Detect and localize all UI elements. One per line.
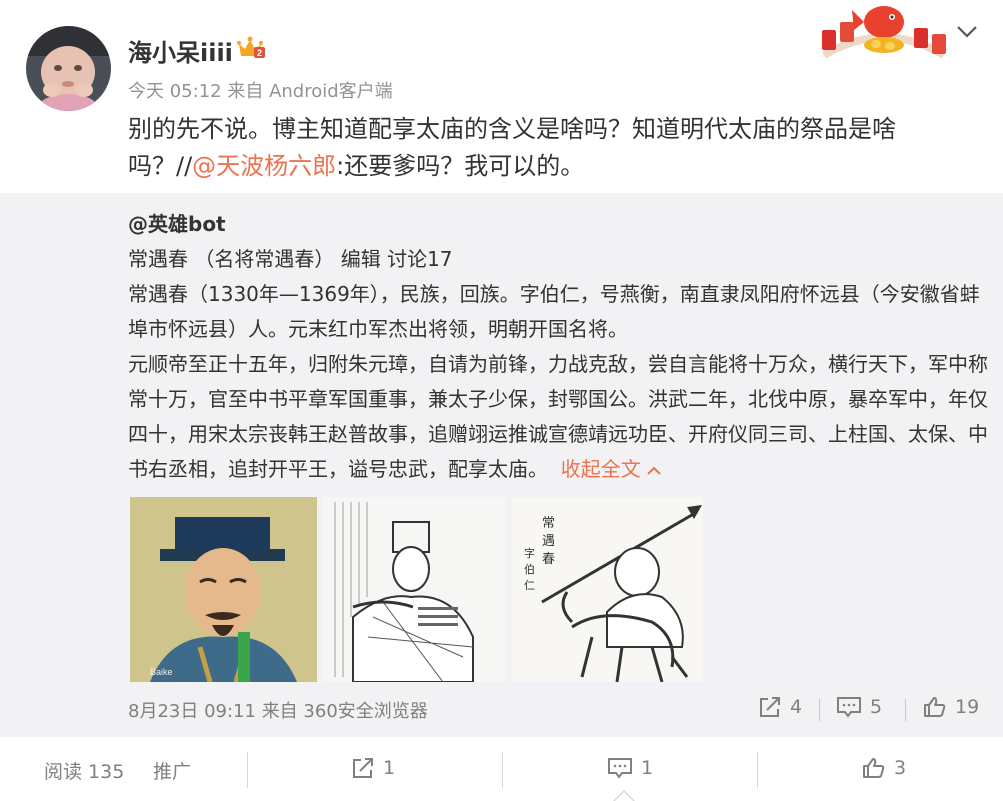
read-count: 阅读 135 [44, 757, 124, 784]
caption-char: 常 [542, 516, 555, 531]
collapse-label: 收起全文 [560, 457, 641, 481]
caption-char: 伯 [524, 562, 535, 576]
comment-button[interactable]: 1 [607, 757, 653, 779]
caption-char: 仁 [524, 579, 535, 592]
thumbs-up-icon [924, 697, 946, 717]
promote-label: 推广 [153, 761, 192, 783]
repost-image-rider[interactable]: 常 遇 春 字 伯 仁 [512, 497, 703, 683]
promote-button[interactable]: 推广 [153, 757, 191, 784]
post-body-end: :还要爹吗？我可以的。 [336, 152, 585, 180]
share-button[interactable]: 1 [351, 757, 395, 779]
avatar[interactable] [26, 26, 111, 111]
repost-meta: 8月23日 09:11 来自 360安全浏览器 [128, 697, 428, 723]
comment-icon [837, 697, 861, 718]
share-icon [353, 758, 373, 778]
repost-image-woodcut[interactable] [323, 497, 506, 683]
vip-crown-icon[interactable]: 2 [236, 36, 266, 64]
caption-char: 春 [542, 552, 555, 567]
comment-count: 1 [641, 757, 654, 779]
divider [905, 699, 906, 721]
repost-user[interactable]: @英雄bot [128, 208, 226, 237]
repost-like-button[interactable]: 19 [923, 696, 979, 718]
thumbs-up-icon [863, 758, 885, 778]
repost-image-portrait[interactable]: Baike [130, 497, 317, 683]
image-watermark: Baike [150, 667, 173, 677]
mention-link[interactable]: @天波杨六郎 [192, 152, 336, 180]
post-text: 别的先不说。博主知道配享太庙的含义是啥吗？知道明代太庙的祭品是啥吗？//@天波杨… [128, 111, 978, 185]
divider [502, 752, 503, 788]
divider [757, 752, 758, 788]
repost-source: 来自 360安全浏览器 [261, 701, 428, 722]
divider [819, 699, 820, 721]
post-meta: 今天 05:12 来自 Android客户端 [128, 77, 393, 103]
like-count: 19 [955, 696, 980, 718]
read-label: 阅读 135 [44, 761, 125, 783]
active-tab-indicator-inner [615, 792, 633, 801]
repost-line: 元顺帝至正十五年，归附朱元璋，自请为前锋，力战克敌，尝自言能将十万众，横行天下，… [128, 347, 988, 487]
like-button[interactable]: 3 [862, 757, 906, 779]
chevron-up-icon [647, 466, 661, 475]
repost-line: 常遇春（1330年—1369年），民族，回族。字伯仁，号燕衡，南直隶凤阳府怀远县… [128, 282, 980, 341]
card-decoration [814, 0, 954, 64]
post-time[interactable]: 今天 05:12 [128, 81, 222, 102]
share-count: 1 [383, 757, 396, 779]
like-count: 3 [894, 757, 907, 779]
repost-line: 常遇春 （名将常遇春） 编辑 讨论17 [128, 247, 453, 271]
divider [247, 752, 248, 788]
caption-char: 遇 [542, 534, 555, 549]
caption-char: 字 [524, 546, 535, 560]
svg-text:2: 2 [257, 48, 262, 58]
repost-date[interactable]: 8月23日 09:11 [128, 701, 256, 722]
comment-count: 5 [870, 696, 883, 718]
repost-text: 常遇春 （名将常遇春） 编辑 讨论17 常遇春（1330年—1369年），民族，… [128, 242, 988, 487]
repost-share-button[interactable]: 4 [758, 696, 802, 718]
collapse-button[interactable]: 收起全文 [561, 457, 661, 481]
repost-comment-button[interactable]: 5 [836, 696, 882, 718]
repost-line-text: 元顺帝至正十五年，归附朱元璋，自请为前锋，力战克敌，尝自言能将十万众，横行天下，… [128, 352, 988, 481]
post-source: 来自 Android客户端 [227, 81, 393, 102]
chevron-down-icon[interactable] [956, 24, 978, 44]
author-name[interactable]: 海小呆iiii [128, 33, 233, 68]
comment-icon [608, 758, 632, 779]
share-icon [760, 697, 780, 717]
share-count: 4 [790, 696, 803, 718]
